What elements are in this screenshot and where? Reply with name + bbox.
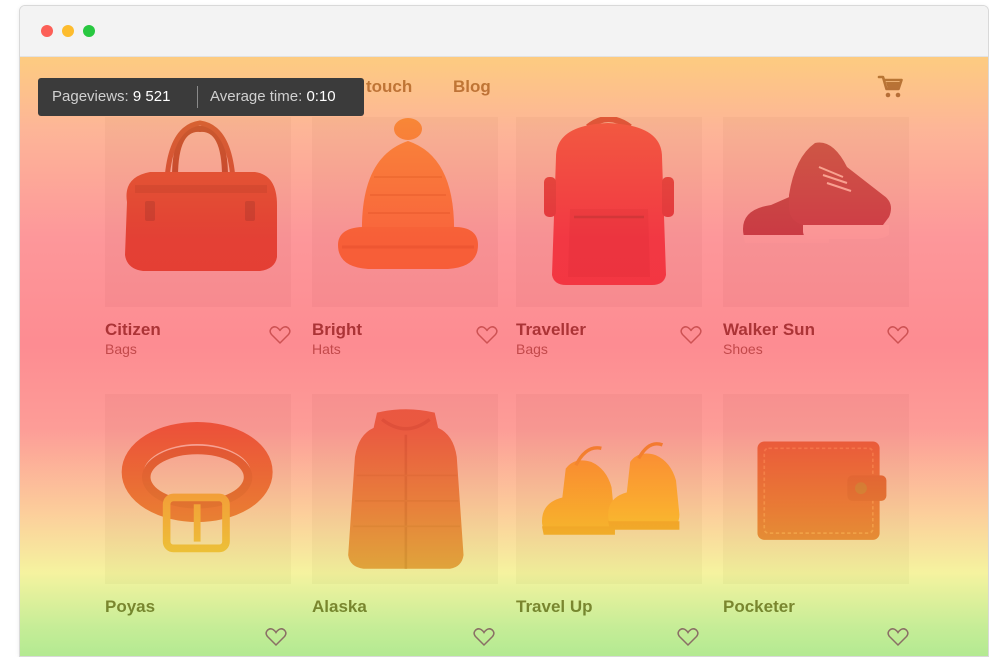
tooltip-divider <box>197 86 198 108</box>
wallet-icon <box>757 441 887 540</box>
title-bar <box>20 6 988 57</box>
product-image-knit-hat[interactable] <box>312 117 498 307</box>
product-name[interactable]: Bright <box>312 320 362 340</box>
product-image-wallet[interactable] <box>723 394 909 584</box>
sneakers-icon <box>743 142 891 243</box>
product-name[interactable]: Walker Sun <box>723 320 815 340</box>
product-image-backpack[interactable] <box>516 117 702 307</box>
product-category: Hats <box>312 341 341 357</box>
product-name[interactable]: Pocketer <box>723 597 795 617</box>
heart-icon[interactable] <box>269 325 291 345</box>
product-name[interactable]: Traveller <box>516 320 586 340</box>
product-category: Bags <box>516 341 548 357</box>
heart-icon[interactable] <box>887 325 909 345</box>
product-image-vest[interactable] <box>312 394 498 584</box>
product-category: Shoes <box>723 341 763 357</box>
product-image-boots[interactable] <box>516 394 702 584</box>
analytics-tooltip: Pageviews: 9 521 Average time: 0:10 <box>38 78 364 116</box>
close-window-button[interactable] <box>41 25 53 37</box>
product-name[interactable]: Travel Up <box>516 597 593 617</box>
heart-icon[interactable] <box>473 627 495 647</box>
heart-icon[interactable] <box>476 325 498 345</box>
product-image-duffel-bag[interactable] <box>105 117 291 307</box>
product-category: Bags <box>105 341 137 357</box>
heart-icon[interactable] <box>265 627 287 647</box>
product-name[interactable]: Poyas <box>105 597 155 617</box>
backpack-icon <box>544 117 674 285</box>
heart-icon[interactable] <box>680 325 702 345</box>
shopping-cart-icon[interactable] <box>877 73 905 101</box>
duffel-bag-icon <box>125 120 277 271</box>
nav-item-touch[interactable]: touch <box>366 77 412 97</box>
minimize-window-button[interactable] <box>62 25 74 37</box>
knit-hat-icon <box>338 118 478 269</box>
nav-item-blog[interactable]: Blog <box>453 77 491 97</box>
heart-icon[interactable] <box>887 627 909 647</box>
pageviews-label: Pageviews: <box>52 88 129 105</box>
product-name[interactable]: Alaska <box>312 597 367 617</box>
product-image-sneakers[interactable] <box>723 117 909 307</box>
product-image-belt[interactable] <box>105 394 291 584</box>
average-time-label: Average time: <box>210 88 303 105</box>
maximize-window-button[interactable] <box>83 25 95 37</box>
boots-icon <box>541 442 680 535</box>
product-name[interactable]: Citizen <box>105 320 161 340</box>
average-time-value: 0:10 <box>306 88 336 105</box>
pageviews-stat: Pageviews: 9 521 <box>52 88 170 105</box>
heart-icon[interactable] <box>677 627 699 647</box>
vest-icon <box>348 409 464 569</box>
average-time-stat: Average time: 0:10 <box>210 88 336 105</box>
shop-page: touch Blog Citizen Bags Bright Hats Trav… <box>20 57 988 656</box>
pageviews-value: 9 521 <box>132 88 171 105</box>
belt-icon <box>121 421 273 553</box>
